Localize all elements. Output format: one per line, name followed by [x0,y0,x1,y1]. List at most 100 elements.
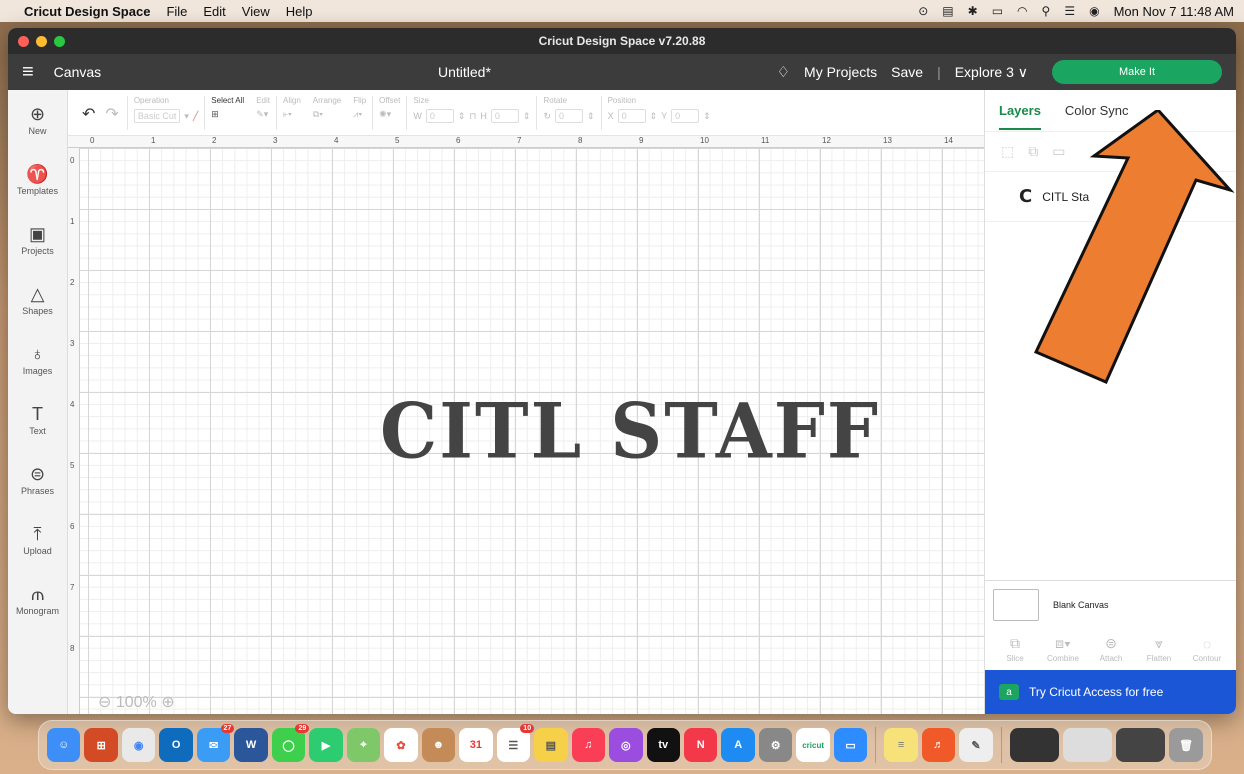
upload-icon: ⤒ [33,524,42,544]
align-group[interactable]: Align ⫦▾ [277,90,307,120]
hamburger-menu-icon[interactable]: ≡ [22,61,34,84]
pen-color-icon[interactable]: ╱ [193,111,198,122]
height-input[interactable]: 0 [490,109,519,123]
make-it-button[interactable]: Make It [1052,60,1222,84]
spotlight-search-icon[interactable]: ⚲ [1042,4,1051,18]
launchpad-icon[interactable]: ⊞ [84,728,118,762]
slice-button[interactable]: ⧉ Slice [993,628,1037,670]
minimize-window-button[interactable] [36,36,47,47]
save-button[interactable]: Save [891,64,923,80]
nav-new[interactable]: ⊕ New [8,90,67,150]
bluetooth-icon[interactable]: ✱ [968,4,978,18]
flip-group[interactable]: Flip ⩘▾ [347,90,372,120]
blank-canvas-row[interactable]: Blank Canvas [985,580,1236,628]
chevron-down-icon: ▾ [184,110,189,121]
minimized-window-2[interactable] [1062,728,1113,762]
minimized-window-3[interactable] [1116,728,1166,762]
offset-group[interactable]: Offset ✺▾ [373,90,406,120]
nav-phrases[interactable]: ⊜ Phrases [8,450,67,510]
canvas-text-object[interactable]: CITL STAFF [380,386,880,475]
menubar-app-name[interactable]: Cricut Design Space [24,4,150,19]
ruler-tick: 3 [70,339,75,348]
chrome-icon[interactable]: ◉ [121,728,156,762]
fullscreen-window-button[interactable] [54,36,65,47]
apple-tv-icon[interactable]: tv [646,728,680,762]
notes-icon[interactable]: ▤ [534,728,568,762]
system-preferences-icon[interactable]: ⚙ [758,728,793,762]
menu-edit[interactable]: Edit [203,4,225,19]
facetime-icon[interactable]: ▶ [309,728,343,762]
app-store-icon[interactable]: A [721,728,755,762]
display-icon[interactable]: ▤ [942,4,953,18]
arrange-group[interactable]: Arrange ⧉▾ [307,90,347,120]
audio-app-icon[interactable]: ♬ [921,728,956,762]
menu-file[interactable]: File [166,4,187,19]
zoom-app-icon[interactable]: ▭ [833,728,868,762]
nav-text[interactable]: T Text [8,390,67,450]
mail-icon[interactable]: ✉ 27 [196,724,235,762]
width-label: W [413,111,422,121]
ruler-tick: 3 [273,136,278,145]
cricut-access-banner[interactable]: a Try Cricut Access for free [985,670,1236,714]
contour-button[interactable]: ◌ Contour [1185,628,1229,670]
siri-icon[interactable]: ◉ [1089,4,1099,18]
photos-icon[interactable]: ✿ [384,728,418,762]
x-label: X [607,111,614,121]
edit-label: Edit [256,96,270,105]
textedit-icon[interactable]: ✎ [959,728,993,762]
attach-button[interactable]: ⊜ Attach [1089,628,1133,670]
y-input[interactable]: 0 [671,109,700,123]
x-input[interactable]: 0 [617,109,646,123]
zoom-control[interactable]: ⊖ 100% ⊕ [98,692,175,712]
canvas-color-swatch[interactable] [993,588,1039,621]
outlook-icon[interactable]: O [159,728,193,762]
combine-button[interactable]: ⧈▾ Combine [1041,628,1085,670]
my-projects-link[interactable]: My Projects [804,64,877,80]
lock-icon[interactable]: ⊓ [469,111,476,122]
rotate-input[interactable]: 0 [555,109,584,123]
arrange-label: Arrange [312,96,342,105]
reminders-icon[interactable]: ☰ 10 [496,724,535,762]
position-group: Position X 0 ⇕ Y 0 ⇕ [607,96,711,123]
close-window-button[interactable] [18,36,29,47]
minimized-window-1[interactable] [1009,728,1059,762]
nav-images[interactable]: ♁ Images [8,330,67,390]
cricut-icon[interactable]: cricut [796,728,830,762]
machine-selector[interactable]: Explore 3 ∨ [955,64,1028,81]
menu-view[interactable]: View [242,4,270,19]
control-center-icon[interactable]: ☰ [1064,4,1075,18]
design-canvas[interactable]: 0 1 2 3 4 5 6 7 8 9 10 11 12 13 14 0 1 2… [68,136,984,714]
word-icon[interactable]: W [234,728,268,762]
edit-group[interactable]: Edit ✎▾ [250,90,276,120]
nav-upload[interactable]: ⤒ Upload [8,510,67,570]
redo-icon[interactable]: ↷ [103,90,126,124]
maps-icon[interactable]: ⌖ [346,728,381,762]
undo-icon[interactable]: ↶ [68,90,103,124]
flatten-button[interactable]: ⩔ Flatten [1137,628,1181,670]
operation-select[interactable]: Basic Cut [133,109,181,123]
group-icon[interactable]: ⬚ [1001,143,1014,160]
nav-projects[interactable]: ▣ Projects [8,210,67,270]
notifications-bell-icon[interactable]: ♢ [777,63,790,81]
nav-monogram[interactable]: ⫙ Monogram [8,570,67,630]
select-all-group[interactable]: Select All ⊞ [205,90,250,120]
finder-icon[interactable]: ☺ [47,728,81,762]
window-titlebar: Cricut Design Space v7.20.88 [8,28,1236,54]
news-icon[interactable]: N [683,728,718,762]
trash-icon[interactable]: 🗑 [1169,728,1203,762]
wifi-icon[interactable]: ◠ [1017,4,1027,18]
nav-templates[interactable]: ♈ Templates [8,150,67,210]
calendar-icon[interactable]: 31 [459,728,493,762]
nav-shapes[interactable]: △ Shapes [8,270,67,330]
menubar-clock[interactable]: Mon Nov 7 11:48 AM [1114,4,1234,19]
play-status-icon[interactable]: ⊙ [918,4,928,18]
document-title[interactable]: Untitled* [438,64,491,80]
contacts-icon[interactable]: ☻ [421,728,456,762]
menu-help[interactable]: Help [286,4,313,19]
width-input[interactable]: 0 [425,109,454,123]
battery-icon[interactable]: ▭ [992,4,1003,18]
music-icon[interactable]: ♫ [571,728,606,762]
messages-icon[interactable]: ◯ 29 [271,724,310,762]
stickies-icon[interactable]: ≡ [884,728,918,762]
podcasts-icon[interactable]: ◎ [609,728,643,762]
